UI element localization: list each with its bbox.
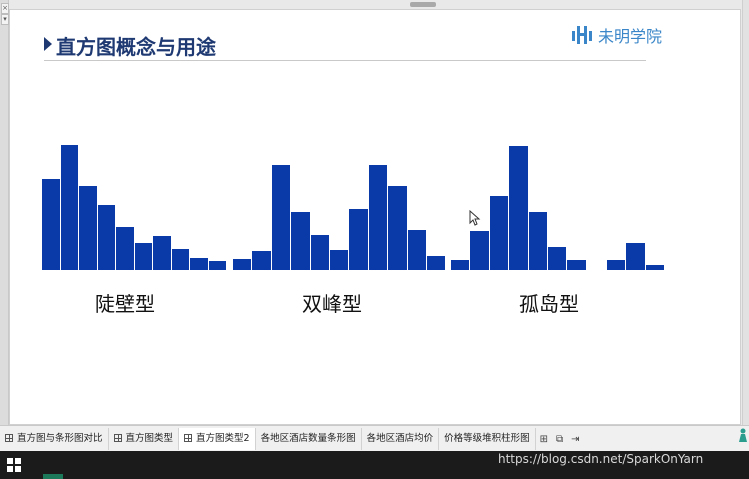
histogram-bar	[509, 146, 529, 270]
taskbar-app-indicator[interactable]	[43, 474, 63, 479]
histogram-bar	[368, 165, 389, 270]
histogram-bar	[607, 260, 627, 270]
histogram-bar	[349, 208, 369, 270]
sheet-tab-label: 直方图与条形图对比	[17, 433, 103, 444]
histogram-bar	[79, 186, 98, 270]
histogram-type-label: 陡壁型	[95, 292, 155, 316]
histogram-bar	[489, 196, 510, 270]
histogram-type-label: 孤岛型	[519, 292, 579, 316]
sheet-tab[interactable]: 直方图类型	[109, 428, 180, 450]
histogram-bar	[470, 230, 490, 270]
histogram-bar	[626, 243, 646, 270]
close-pane-button[interactable]: ×	[1, 3, 9, 14]
copy-sheet-icon[interactable]: ⧉	[552, 434, 567, 445]
sheet-tab-label: 直方图类型2	[196, 433, 250, 444]
histogram-bar	[60, 145, 79, 270]
histogram-bar	[407, 229, 427, 270]
histogram-bar	[190, 257, 209, 270]
histogram-bar	[153, 236, 172, 270]
histogram-bar	[567, 260, 587, 270]
watermark: https://blog.csdn.net/SparkOnYarn	[498, 452, 704, 466]
slide-canvas: 直方图概念与用途 未明学院 陡壁型 双峰型 孤岛型	[9, 9, 741, 425]
sheet-tab-label: 各地区酒店均价	[366, 433, 434, 444]
histogram-bar	[97, 204, 116, 270]
sheet-expand-icon	[113, 434, 122, 442]
sheet-tab[interactable]: 各地区酒店数量条形图	[256, 428, 362, 450]
histogram-bar	[252, 250, 272, 270]
sheet-tab[interactable]: 价格等级堆积柱形图	[439, 428, 536, 450]
left-panel-strip: × ▾	[0, 0, 9, 425]
new-sheet-icon[interactable]: ⊞	[536, 434, 552, 445]
histogram-bar	[645, 265, 666, 270]
resize-handle[interactable]	[410, 2, 436, 7]
sheet-tab-label: 各地区酒店数量条形图	[260, 433, 356, 444]
sheet-tab[interactable]: 直方图类型2	[179, 428, 256, 450]
sheet-tab-bar: 直方图与条形图对比 直方图类型 直方图类型2 各地区酒店数量条形图 各地区酒店均价 价格等…	[0, 425, 749, 452]
histogram-bar	[388, 185, 408, 270]
histogram-bar	[528, 212, 548, 270]
histogram-bar	[427, 255, 447, 270]
sheet-tab[interactable]: 各地区酒店均价	[362, 428, 440, 450]
sheet-tab[interactable]: 直方图与条形图对比	[0, 428, 109, 450]
histogram-bar	[291, 212, 311, 270]
histogram-bar	[330, 249, 350, 270]
sheet-expand-icon	[184, 434, 193, 442]
sheet-expand-icon	[5, 434, 13, 442]
sheet-tab-label: 价格等级堆积柱形图	[444, 433, 530, 444]
mouse-cursor-icon	[469, 210, 481, 226]
figure-icon[interactable]	[737, 428, 749, 442]
histogram-bar	[271, 165, 292, 270]
histogram-bar	[134, 243, 153, 270]
histogram-type-label: 双峰型	[302, 292, 362, 316]
histogram-types-figure: 陡壁型 双峰型 孤岛型	[10, 10, 742, 426]
histogram-bar	[42, 178, 61, 270]
histogram-bar	[208, 261, 227, 270]
move-sheet-icon[interactable]: ⇥	[567, 434, 583, 445]
windows-start-icon[interactable]	[7, 458, 21, 472]
collapse-pane-button[interactable]: ▾	[1, 14, 9, 25]
histogram-bar	[171, 248, 190, 270]
right-scrollbar[interactable]	[742, 0, 749, 425]
histogram-bar	[116, 226, 135, 270]
histogram-bar	[310, 235, 330, 270]
histogram-bar	[451, 260, 471, 270]
sheet-tab-label: 直方图类型	[125, 433, 174, 444]
histogram-bar	[548, 246, 568, 270]
histogram-bar	[233, 259, 253, 270]
